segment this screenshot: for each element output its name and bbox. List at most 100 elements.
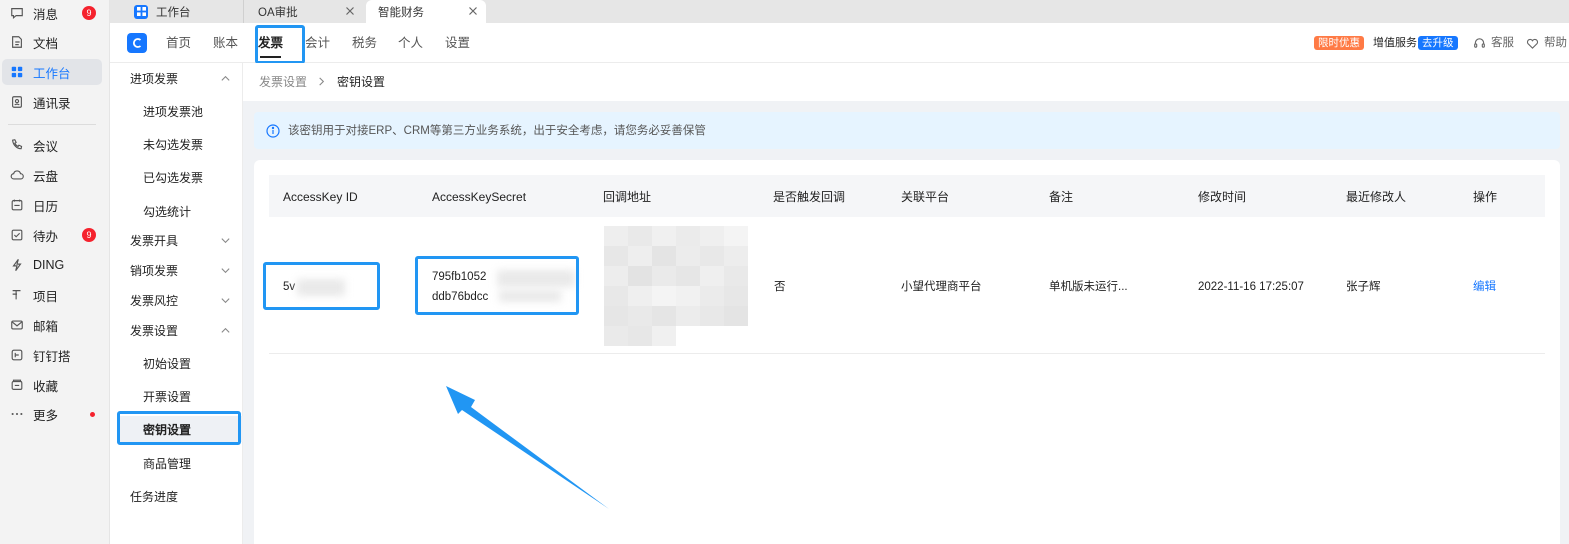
menu-group-risk[interactable]: 发票风控 xyxy=(110,287,243,313)
tab-label: 智能财务 xyxy=(378,6,424,19)
promo-badge[interactable]: 限时优惠 xyxy=(1314,36,1364,50)
app-nav-label: 钉钉搭 xyxy=(33,349,71,364)
menu-group-incoming[interactable]: 进项发票 xyxy=(110,65,243,91)
document-icon xyxy=(12,36,22,48)
chat-bubble-icon xyxy=(11,8,23,20)
app-nav-label: 云盘 xyxy=(33,169,59,184)
menu-item-product-mgmt[interactable]: 商品管理 xyxy=(110,450,243,476)
value-added-services-label[interactable]: 增值服务 xyxy=(1373,35,1417,51)
tab-label: OA审批 xyxy=(258,6,298,19)
tab-oa-approval[interactable]: OA审批 xyxy=(243,0,363,23)
redacted-blur xyxy=(499,290,561,302)
app-nav-more[interactable]: 更多 xyxy=(2,401,102,427)
nav-tax[interactable]: 税务 xyxy=(352,23,377,63)
secret-line: 795fb1052 xyxy=(432,271,487,283)
workbench-logo-icon xyxy=(134,4,148,19)
menu-group-label: 发票风控 xyxy=(130,293,179,308)
info-banner-text: 该密钥用于对接ERP、CRM等第三方业务系统，出于安全考虑，请您务必妥善保管 xyxy=(288,125,706,137)
app-nav-label: 项目 xyxy=(33,289,59,304)
menu-item-incoming-pool[interactable]: 进项发票池 xyxy=(110,98,243,124)
menu-group-label: 发票开具 xyxy=(130,233,179,248)
app-nav-label: 通讯录 xyxy=(33,96,71,111)
sidebar-divider xyxy=(8,124,96,125)
chevron-down-icon xyxy=(221,238,230,244)
tab-label: 工作台 xyxy=(156,6,191,19)
cloud-icon xyxy=(10,170,24,180)
app-nav-workbench[interactable]: 工作台 xyxy=(2,59,102,85)
access-key-id-cell: 5v xyxy=(283,281,296,293)
app-nav-favorites[interactable]: 收藏 xyxy=(2,372,102,398)
menu-item-check-stats[interactable]: 勾选统计 xyxy=(110,198,243,224)
edit-link[interactable]: 编辑 xyxy=(1473,279,1496,295)
app-nav-ding[interactable]: DING xyxy=(2,252,102,278)
customer-service-link[interactable]: 客服 xyxy=(1473,35,1514,51)
nav-settings[interactable]: 设置 xyxy=(445,23,470,63)
chevron-right-icon xyxy=(319,77,325,86)
checkbox-icon xyxy=(11,229,23,241)
todo-badge: 9 xyxy=(82,228,96,242)
modified-time-cell: 2022-11-16 17:25:07 xyxy=(1198,281,1304,293)
menu-group-sales[interactable]: 销项发票 xyxy=(110,257,243,283)
nav-home[interactable]: 首页 xyxy=(166,23,191,63)
menu-item-initial-settings[interactable]: 初始设置 xyxy=(110,350,243,376)
upgrade-button[interactable]: 去升级 xyxy=(1418,36,1458,50)
help-link[interactable]: 帮助 xyxy=(1526,35,1567,51)
mail-icon xyxy=(11,320,23,330)
info-icon xyxy=(266,124,280,138)
app-nav-messages[interactable]: 消息 9 xyxy=(2,0,102,26)
app-nav-label: 收藏 xyxy=(33,379,59,394)
menu-group-issue[interactable]: 发票开具 xyxy=(110,227,243,253)
app-sidebar: 消息 9 文档 工作台 通讯录 会议 云盘 日历 待办 9 DING 项目 邮箱… xyxy=(0,0,110,544)
access-key-secret-cell: 795fb1052 ddb76bdcc xyxy=(432,269,488,305)
platform-cell: 小望代理商平台 xyxy=(901,281,982,293)
menu-item-checked[interactable]: 已勾选发票 xyxy=(110,164,243,190)
grid-icon xyxy=(11,66,23,78)
redacted-blur xyxy=(297,279,345,296)
tab-bar: 工作台 OA审批 智能财务 xyxy=(110,0,1569,23)
col-header-access-key-secret: AccessKeySecret xyxy=(432,190,527,204)
app-nav-todo[interactable]: 待办 9 xyxy=(2,222,102,248)
breadcrumb: 发票设置 密钥设置 xyxy=(243,63,1569,101)
headset-icon xyxy=(1474,37,1485,48)
remark-cell: 单机版未运行... xyxy=(1049,281,1128,293)
lightning-icon xyxy=(12,258,22,272)
close-icon[interactable] xyxy=(343,4,357,18)
app-nav-builder[interactable]: 钉钉搭 xyxy=(2,342,102,368)
col-header-access-key-id: AccessKey ID xyxy=(283,190,358,204)
menu-group-label: 销项发票 xyxy=(130,263,179,278)
app-nav-calendar[interactable]: 日历 xyxy=(2,192,102,218)
menu-item-key-settings[interactable]: 密钥设置 xyxy=(118,416,243,442)
nav-ledger[interactable]: 账本 xyxy=(213,23,238,63)
col-header-callback-url: 回调地址 xyxy=(603,190,652,204)
app-nav-label: 日历 xyxy=(33,199,59,214)
tab-smart-finance[interactable]: 智能财务 xyxy=(366,0,486,23)
app-nav-label: 工作台 xyxy=(33,66,71,81)
app-nav-contacts[interactable]: 通讯录 xyxy=(2,89,102,115)
col-header-modifier: 最近修改人 xyxy=(1346,190,1407,204)
help-label: 帮助 xyxy=(1544,37,1567,49)
secret-line: ddb76bdcc xyxy=(432,291,489,303)
nav-accounting[interactable]: 会计 xyxy=(305,23,330,63)
app-nav-label: 文档 xyxy=(33,36,59,51)
col-header-remark: 备注 xyxy=(1049,190,1074,204)
nav-invoice[interactable]: 发票 xyxy=(258,23,283,63)
app-nav-project[interactable]: 项目 xyxy=(2,282,102,308)
menu-group-task-progress[interactable]: 任务进度 xyxy=(110,483,243,509)
app-nav-docs[interactable]: 文档 xyxy=(2,29,102,55)
close-icon[interactable] xyxy=(466,4,480,18)
menu-item-issue-settings[interactable]: 开票设置 xyxy=(110,383,243,409)
menu-item-unchecked[interactable]: 未勾选发票 xyxy=(110,131,243,157)
chevron-down-icon xyxy=(221,298,230,304)
breadcrumb-parent[interactable]: 发票设置 xyxy=(259,74,307,90)
access-key-table: AccessKey ID AccessKeySecret 回调地址 是否触发回调… xyxy=(254,160,1560,544)
tab-workbench[interactable]: 工作台 xyxy=(132,0,242,23)
menu-group-settings[interactable]: 发票设置 xyxy=(110,317,243,343)
col-header-actions: 操作 xyxy=(1473,190,1498,204)
app-nav-mail[interactable]: 邮箱 xyxy=(2,312,102,338)
app-nav-label: 邮箱 xyxy=(33,319,59,334)
app-nav-cloud[interactable]: 云盘 xyxy=(2,162,102,188)
nav-personal[interactable]: 个人 xyxy=(398,23,423,63)
app-nav-meeting[interactable]: 会议 xyxy=(2,132,102,158)
app-nav-label: DING xyxy=(33,258,65,272)
phone-icon xyxy=(12,139,23,150)
